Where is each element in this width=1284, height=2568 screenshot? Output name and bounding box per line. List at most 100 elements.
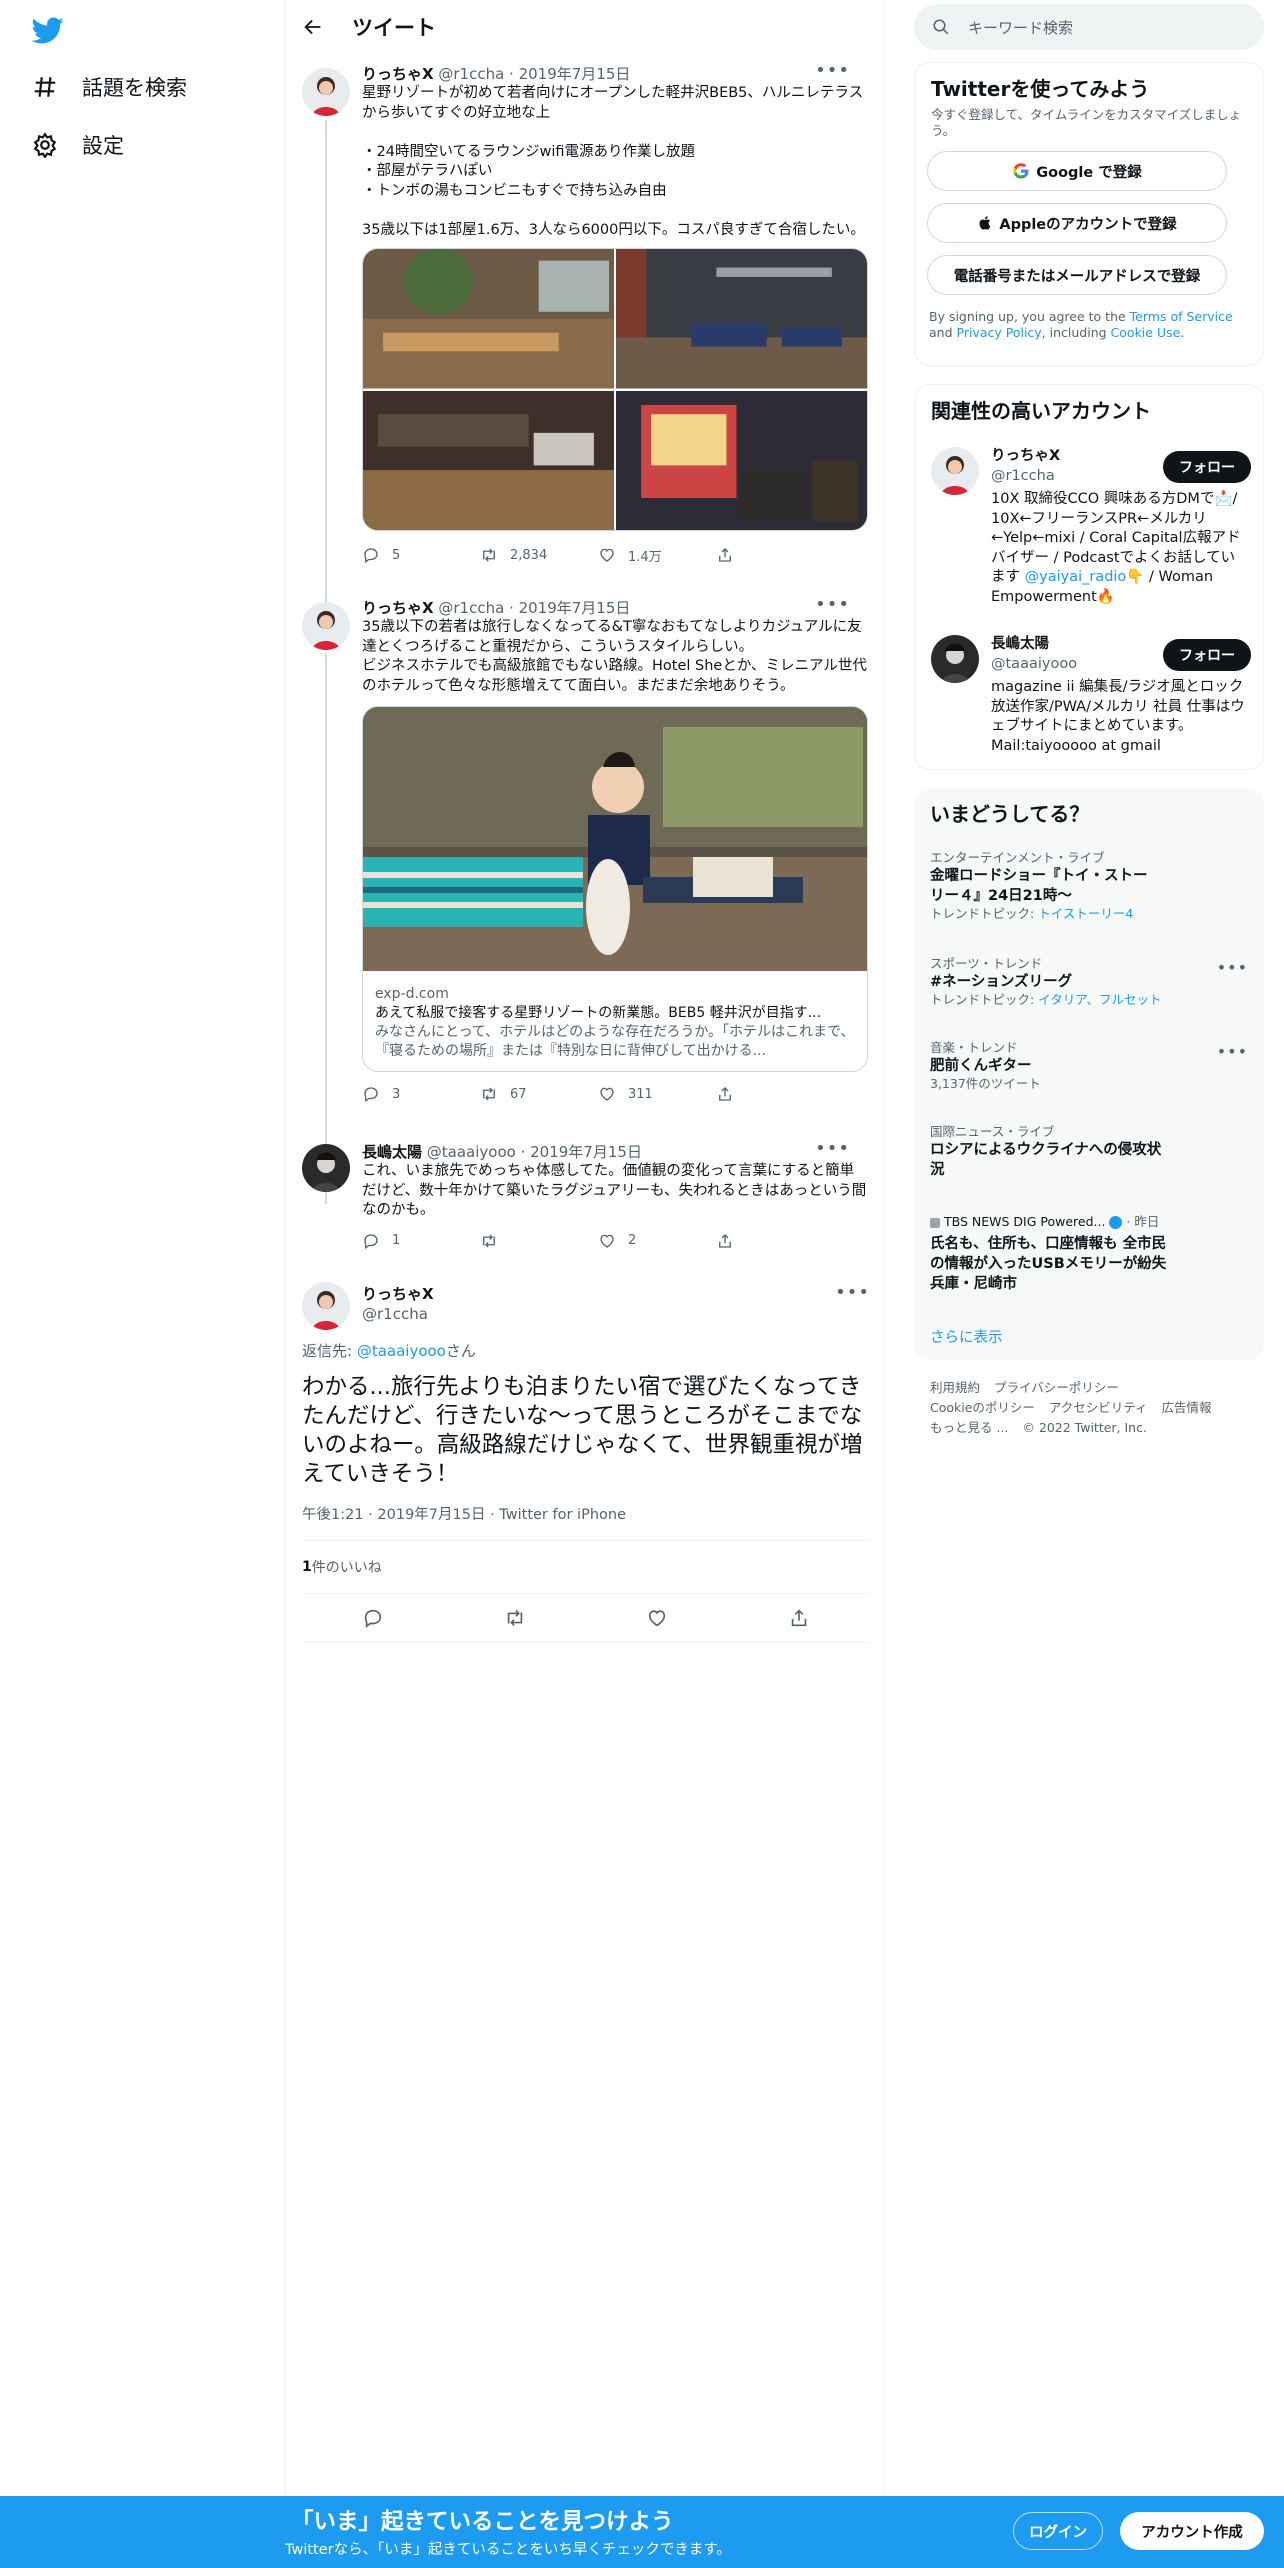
reply-button[interactable]: 5 bbox=[362, 546, 480, 564]
focused-like-label: 件のいいね bbox=[311, 1560, 382, 1576]
avatar[interactable] bbox=[302, 1144, 350, 1192]
photo-popcorn[interactable] bbox=[616, 390, 867, 531]
login-button[interactable]: ログイン bbox=[1013, 2512, 1103, 2550]
trend-title: #ネーションズリーグ bbox=[930, 974, 1073, 990]
trend-subtitle: 3,137件のツイート bbox=[930, 1076, 1041, 1091]
phone-signup-button[interactable]: 電話番号またはメールアドレスで登録 bbox=[927, 255, 1227, 295]
account-item[interactable]: 長嶋太陽 @taaaiyooo magazine ii 編集長/ラジオ風とロック… bbox=[931, 635, 1251, 765]
avatar[interactable] bbox=[302, 602, 350, 650]
likes-summary[interactable]: 1 件のいいね bbox=[302, 1541, 870, 1593]
footer-link[interactable]: もっと見る ... bbox=[930, 1420, 1008, 1435]
photo-lobby[interactable] bbox=[616, 249, 867, 389]
trend-sub-link[interactable]: イタリア、フルセット bbox=[1038, 992, 1161, 1007]
signup-button[interactable]: アカウント作成 bbox=[1120, 2512, 1264, 2550]
nav-explore[interactable]: 話題を検索 bbox=[32, 67, 187, 107]
retweet-count: 67 bbox=[510, 1086, 527, 1102]
terms-link[interactable]: Terms of Service bbox=[1130, 309, 1233, 324]
page-title: ツイート bbox=[352, 16, 436, 40]
like-button[interactable]: 2 bbox=[598, 1232, 716, 1250]
reply-icon[interactable] bbox=[362, 1607, 384, 1629]
tweet-text: これ、いま旅先でめっちゃ体感してた。価値観の変化って言葉にすると簡単だけど、数十… bbox=[362, 1163, 867, 1218]
account-item[interactable]: りっちゃX @r1ccha 10X 取締役CCO 興味ある方DMで📩/ 10X←… bbox=[931, 447, 1251, 617]
trend-item[interactable]: 国際ニュース・ライブ ロシアによるウクライナへの侵攻状況 bbox=[930, 1124, 1248, 1180]
back-arrow-icon[interactable] bbox=[302, 16, 324, 38]
follow-button[interactable]: フォロー bbox=[1163, 639, 1251, 671]
trend-category: エンターテインメント・ライブ bbox=[930, 850, 1105, 865]
footer-link[interactable]: 利用規約 bbox=[930, 1380, 980, 1395]
account-bio-link[interactable]: @yaiyai_radio bbox=[1025, 569, 1127, 585]
footer-link[interactable]: アクセシビリティ bbox=[1049, 1400, 1148, 1415]
retweet-button[interactable] bbox=[480, 1232, 598, 1250]
focused-author-name[interactable]: りっちゃX bbox=[362, 1284, 434, 1304]
reply-button[interactable]: 1 bbox=[362, 1232, 480, 1250]
related-title: 関連性の高いアカウント bbox=[931, 399, 1151, 423]
more-options-icon[interactable]: ••• bbox=[815, 596, 850, 614]
signup-subtitle: 今すぐ登録して、タイムラインをカスタマイズしましょう。 bbox=[931, 107, 1242, 138]
focused-author-handle[interactable]: @r1ccha bbox=[362, 1304, 434, 1324]
more-options-icon[interactable]: ••• bbox=[835, 1284, 870, 1302]
photo-kitchen[interactable] bbox=[363, 390, 614, 531]
reply-to-handle[interactable]: @taaaiyooo bbox=[357, 1342, 446, 1360]
cookie-link[interactable]: Cookie Use bbox=[1111, 325, 1181, 340]
tweet-text: 星野リゾートが初めて若者向けにオープンした軽井沢BEB5、ハルニレテラスから歩い… bbox=[362, 85, 865, 238]
like-count: 2 bbox=[628, 1233, 637, 1248]
more-options-icon[interactable]: ••• bbox=[815, 1140, 850, 1158]
more-options-icon[interactable]: ••• bbox=[815, 62, 850, 80]
footer-link[interactable]: 広告情報 bbox=[1162, 1400, 1212, 1415]
tweet-meta[interactable]: @taaaiyooo · 2019年7月15日 bbox=[427, 1143, 642, 1161]
share-button[interactable] bbox=[716, 1085, 834, 1103]
follow-button[interactable]: フォロー bbox=[1163, 451, 1251, 483]
trend-subtitle: トレンドトピック: イタリア、フルセット bbox=[930, 992, 1248, 1008]
share-button[interactable] bbox=[716, 1232, 834, 1250]
avatar[interactable] bbox=[302, 68, 350, 116]
trend-item[interactable]: 音楽・トレンド 肥前くんギター 3,137件のツイート ••• bbox=[930, 1040, 1248, 1092]
tweet-meta[interactable]: @r1ccha · 2019年7月15日 bbox=[438, 599, 630, 617]
more-options-icon[interactable]: ••• bbox=[1217, 958, 1248, 977]
google-signup-label: Google で登録 bbox=[1036, 164, 1142, 181]
divider bbox=[302, 1642, 870, 1643]
avatar[interactable] bbox=[302, 1282, 350, 1330]
tweet-author-name[interactable]: 長嶋太陽 bbox=[362, 1143, 422, 1161]
tweet-timestamp[interactable]: 午後1:21 · 2019年7月15日 · Twitter for iPhone bbox=[302, 1503, 870, 1524]
link-card-description: みなさんにとって、ホテルはどのような存在だろうか。「ホテルはこれまで、『寝るため… bbox=[375, 1024, 855, 1059]
avatar[interactable] bbox=[931, 447, 979, 495]
link-card-info[interactable]: exp-d.com あえて私服で接客する星野リゾートの新業態。BEB5 軽井沢が… bbox=[363, 975, 867, 1071]
heart-icon[interactable] bbox=[646, 1607, 668, 1629]
link-card[interactable]: exp-d.com あえて私服で接客する星野リゾートの新業態。BEB5 軽井沢が… bbox=[362, 706, 868, 1072]
show-more-link[interactable]: さらに表示 bbox=[930, 1326, 1003, 1347]
privacy-link[interactable]: Privacy Policy bbox=[957, 325, 1042, 340]
tweet-author-name[interactable]: りっちゃX bbox=[362, 65, 434, 83]
trend-item[interactable]: スポーツ・トレンド #ネーションズリーグ トレンドトピック: イタリア、フルセッ… bbox=[930, 956, 1248, 1008]
photo-lounge[interactable] bbox=[363, 249, 614, 389]
trend-item[interactable]: エンターテインメント・ライブ 金曜ロードショー『トイ・ストーリー４』24日21時… bbox=[930, 850, 1248, 922]
tweet[interactable]: 長嶋太陽 @taaaiyooo · 2019年7月15日 ••• これ、いま旅先… bbox=[286, 1140, 886, 1270]
trend-sub-link[interactable]: トイストーリー4 bbox=[1038, 906, 1133, 921]
retweet-button[interactable]: 2,834 bbox=[480, 546, 598, 564]
like-button[interactable]: 311 bbox=[598, 1085, 716, 1103]
retweet-button[interactable]: 67 bbox=[480, 1085, 598, 1103]
footer-link[interactable]: プライバシーポリシー bbox=[994, 1380, 1119, 1395]
tweet-media-grid[interactable] bbox=[362, 248, 868, 531]
search-bar[interactable]: キーワード検索 bbox=[914, 4, 1264, 50]
tweet-meta[interactable]: @r1ccha · 2019年7月15日 bbox=[438, 65, 630, 83]
footer-link[interactable]: Cookieのポリシー bbox=[930, 1400, 1035, 1415]
more-options-icon[interactable]: ••• bbox=[1217, 1042, 1248, 1061]
share-icon[interactable] bbox=[788, 1607, 810, 1629]
tweet-author-name[interactable]: りっちゃX bbox=[362, 599, 434, 617]
apple-signup-button[interactable]: Appleのアカウントで登録 bbox=[927, 203, 1227, 243]
twitter-logo-icon[interactable] bbox=[32, 14, 64, 46]
retweet-icon[interactable] bbox=[504, 1607, 526, 1629]
like-button[interactable]: 1.4万 bbox=[598, 546, 716, 565]
nav-settings[interactable]: 設定 bbox=[32, 125, 124, 165]
tweet[interactable]: りっちゃX @r1ccha · 2019年7月15日 ••• 35歳以下の若者は… bbox=[286, 596, 886, 1204]
avatar[interactable] bbox=[931, 635, 979, 683]
google-signup-button[interactable]: Google で登録 bbox=[927, 151, 1227, 191]
search-input[interactable]: キーワード検索 bbox=[968, 17, 1073, 38]
tweet[interactable]: りっちゃX @r1ccha · 2019年7月15日 ••• 星野リゾートが初め… bbox=[286, 62, 886, 640]
trend-item[interactable]: TBS NEWS DIG Powered... · 昨日 氏名も、住所も、口座情… bbox=[930, 1214, 1248, 1294]
bottombar-title: 「いま」起きていることを見つけよう bbox=[291, 2509, 674, 2535]
apple-signup-label: Appleのアカウントで登録 bbox=[999, 216, 1177, 233]
reply-button[interactable]: 3 bbox=[362, 1085, 480, 1103]
reply-icon bbox=[364, 1233, 378, 1249]
share-button[interactable] bbox=[716, 546, 834, 564]
